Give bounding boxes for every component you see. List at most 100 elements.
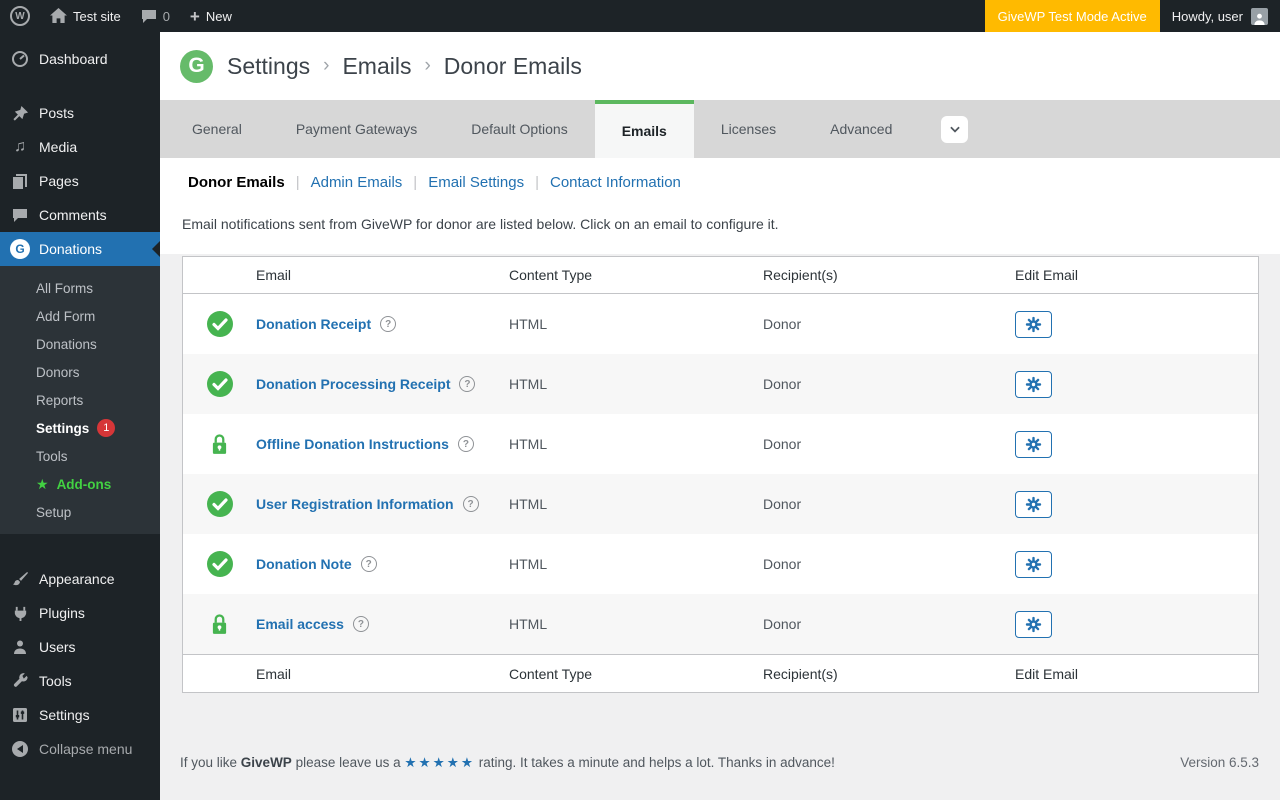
email-title-link[interactable]: Donation Note xyxy=(256,556,352,572)
help-icon[interactable]: ? xyxy=(352,616,369,632)
edit-email-button[interactable] xyxy=(1015,430,1052,458)
column-footer-email: Email xyxy=(256,665,292,682)
help-icon[interactable]: ? xyxy=(462,496,479,512)
table-row: Email access ? HTML Donor xyxy=(183,594,1258,654)
comment-count: 0 xyxy=(162,8,170,24)
plus-icon: + xyxy=(189,6,200,26)
email-subnav: Donor Emails | Admin Emails | Email Sett… xyxy=(188,174,681,191)
breadcrumb-emails-link[interactable]: Emails xyxy=(342,53,411,80)
sidebar-item-label: Appearance xyxy=(39,571,115,587)
account-menu[interactable]: Howdy, user xyxy=(1160,0,1280,32)
status-locked-icon xyxy=(211,433,228,455)
givewp-logo: G xyxy=(180,49,213,83)
give-test-mode-badge[interactable]: GiveWP Test Mode Active xyxy=(984,0,1160,32)
submenu-item-settings[interactable]: Settings 1 xyxy=(0,414,160,442)
email-title-link[interactable]: Email access xyxy=(256,616,344,632)
emails-section-panel: Donor Emails | Admin Emails | Email Sett… xyxy=(160,158,1280,254)
subnav-donor-emails[interactable]: Donor Emails xyxy=(188,174,285,191)
comments-shortcut[interactable]: 0 xyxy=(131,0,180,32)
tab-licenses[interactable]: Licenses xyxy=(694,100,803,158)
admin-footer: If you like GiveWP please leave us a ★★★… xyxy=(160,755,1280,771)
subnav-contact-information[interactable]: Contact Information xyxy=(550,174,681,191)
sidebar-item-label: Plugins xyxy=(39,605,85,621)
help-icon[interactable]: ? xyxy=(360,556,377,572)
tab-emails[interactable]: Emails xyxy=(594,100,694,158)
settings-notification-badge: 1 xyxy=(97,419,116,437)
help-icon[interactable]: ? xyxy=(459,376,476,392)
sidebar-item-donations[interactable]: G Donations xyxy=(0,232,160,266)
email-title-link[interactable]: Donation Receipt xyxy=(256,316,371,332)
more-tabs-button[interactable] xyxy=(941,115,969,143)
breadcrumb-current: Donor Emails xyxy=(443,52,582,79)
sidebar-item-dashboard[interactable]: Dashboard xyxy=(0,42,160,76)
submenu-item-donations[interactable]: Donations xyxy=(0,330,160,358)
help-icon[interactable]: ? xyxy=(380,316,397,332)
dashboard-icon xyxy=(10,50,30,68)
admin-bar: W Test site 0 + New GiveWP Test Mode Act… xyxy=(0,0,1280,32)
sidebar-item-settings[interactable]: Settings xyxy=(0,698,160,732)
sidebar-item-label: Pages xyxy=(39,173,79,189)
recipients-cell: Donor xyxy=(763,496,802,512)
sidebar-item-media[interactable]: ♫ Media xyxy=(0,130,160,164)
sidebar-item-appearance[interactable]: Appearance xyxy=(0,562,160,596)
edit-email-button[interactable] xyxy=(1015,610,1052,638)
submenu-item-add-form[interactable]: Add Form xyxy=(0,302,160,330)
new-content-button[interactable]: + New xyxy=(180,0,242,32)
column-header-email: Email xyxy=(256,267,292,283)
collapse-icon xyxy=(10,741,30,757)
sidebar-item-comments[interactable]: Comments xyxy=(0,198,160,232)
greeting-label: Howdy, user xyxy=(1171,8,1243,24)
submenu-item-add-ons[interactable]: ★ Add-ons xyxy=(0,470,160,498)
collapse-menu-button[interactable]: Collapse menu xyxy=(0,732,160,766)
brand-name: GiveWP xyxy=(240,755,292,770)
edit-email-button[interactable] xyxy=(1015,550,1052,578)
give-page-header: G Settings › Emails › Donor Emails xyxy=(160,32,1280,100)
edit-email-button[interactable] xyxy=(1015,490,1052,518)
submenu-item-setup[interactable]: Setup xyxy=(0,498,160,526)
gear-icon xyxy=(1025,376,1042,393)
recipients-cell: Donor xyxy=(763,376,802,392)
site-name-link[interactable]: Test site xyxy=(40,0,131,32)
pushpin-icon xyxy=(10,105,30,122)
sidebar-item-label: Media xyxy=(39,139,78,155)
sidebar-item-label: Tools xyxy=(39,673,72,689)
submenu-item-donors[interactable]: Donors xyxy=(0,358,160,386)
subnav-admin-emails[interactable]: Admin Emails xyxy=(311,174,403,191)
tab-default-options[interactable]: Default Options xyxy=(444,100,595,158)
sidebar-item-plugins[interactable]: Plugins xyxy=(0,596,160,630)
status-enabled-icon xyxy=(206,551,233,577)
email-title-link[interactable]: Donation Processing Receipt xyxy=(256,376,450,392)
sidebar-item-posts[interactable]: Posts xyxy=(0,96,160,130)
content-type-cell: HTML xyxy=(509,376,548,392)
status-enabled-icon xyxy=(206,311,233,337)
wordpress-logo-icon: W xyxy=(10,6,30,26)
tab-payment-gateways[interactable]: Payment Gateways xyxy=(269,100,444,158)
rating-request: If you like GiveWP please leave us a ★★★… xyxy=(180,755,835,770)
sidebar-item-users[interactable]: Users xyxy=(0,630,160,664)
submenu-item-reports[interactable]: Reports xyxy=(0,386,160,414)
sidebar-item-tools[interactable]: Tools xyxy=(0,664,160,698)
submenu-item-all-forms[interactable]: All Forms xyxy=(0,274,160,302)
section-description: Email notifications sent from GiveWP for… xyxy=(182,216,779,232)
sidebar-item-label: Collapse menu xyxy=(39,741,133,757)
edit-email-button[interactable] xyxy=(1015,370,1052,398)
help-icon[interactable]: ? xyxy=(457,436,474,452)
content-type-cell: HTML xyxy=(509,556,548,572)
table-row: Donation Receipt ? HTML Donor xyxy=(183,294,1258,354)
wrench-icon xyxy=(10,672,30,690)
submenu-item-tools[interactable]: Tools xyxy=(0,442,160,470)
subnav-email-settings[interactable]: Email Settings xyxy=(428,174,524,191)
sidebar-item-pages[interactable]: Pages xyxy=(0,164,160,198)
avatar xyxy=(1251,7,1268,25)
table-row: Donation Processing Receipt ? HTML Donor xyxy=(183,354,1258,414)
email-title-link[interactable]: Offline Donation Instructions xyxy=(256,436,449,452)
gear-icon xyxy=(1025,496,1042,513)
email-title-link[interactable]: User Registration Information xyxy=(256,496,454,512)
breadcrumb-settings-link[interactable]: Settings xyxy=(227,53,310,80)
tab-general[interactable]: General xyxy=(165,100,269,158)
tab-advanced[interactable]: Advanced xyxy=(803,100,919,158)
five-stars-link[interactable]: ★★★★★ xyxy=(404,755,475,770)
edit-email-button[interactable] xyxy=(1015,310,1052,338)
table-row: Offline Donation Instructions ? HTML Don… xyxy=(183,414,1258,474)
wordpress-menu-button[interactable]: W xyxy=(0,0,40,32)
